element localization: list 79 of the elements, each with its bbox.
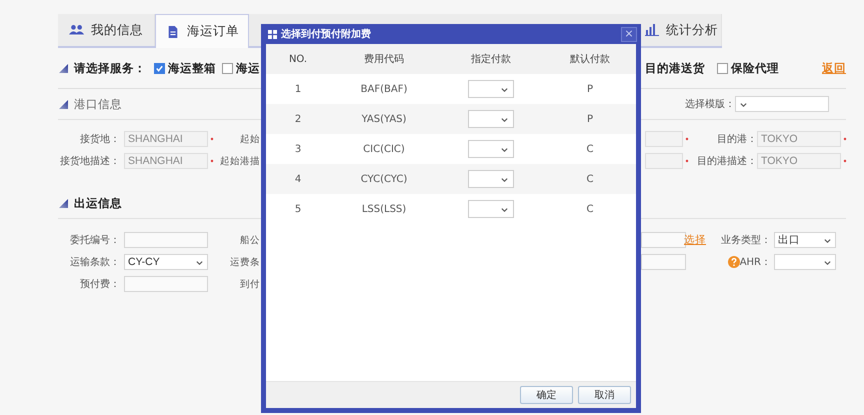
table-cell: 4 [266, 164, 330, 194]
section-icon [59, 198, 68, 208]
select-field[interactable] [735, 96, 829, 112]
option-label: 目的港送货 [645, 60, 705, 76]
column-header: 指定付款 [438, 44, 544, 74]
option-label: 海运整箱 [168, 60, 216, 76]
table-cell: CIC(CIC) [330, 134, 438, 164]
close-button[interactable]: × [621, 26, 637, 42]
field-label: 运输条款： [69, 256, 120, 269]
select-field[interactable] [468, 110, 514, 128]
field-label: 起始港描 [220, 154, 260, 168]
table-cell: C [544, 164, 636, 194]
table-cell: P [544, 104, 636, 134]
chevron-icon [500, 116, 509, 122]
option-label: 保险代理 [731, 60, 779, 76]
checkbox[interactable] [154, 62, 165, 74]
tab[interactable]: 我的信息 [58, 14, 155, 46]
input-field[interactable] [641, 254, 686, 270]
field-label: 目的港： [716, 132, 757, 146]
chevron-icon [739, 100, 748, 108]
field-label: 起始 [240, 132, 260, 146]
dialog-button[interactable]: 确定 [520, 386, 573, 404]
field-label: 业务类型： [721, 234, 771, 247]
chevron-icon [500, 206, 509, 212]
chevron-icon [500, 86, 509, 92]
field-label: 目的港描述： [696, 154, 757, 168]
column-header: 默认付款 [544, 44, 636, 74]
input-field[interactable] [641, 232, 686, 248]
select-field[interactable] [468, 80, 514, 98]
table-cell: BAF(BAF) [330, 74, 438, 104]
chevron-icon [500, 146, 509, 152]
checkbox[interactable] [222, 62, 233, 74]
field-label: 船公 [240, 234, 260, 246]
select-field[interactable] [468, 140, 514, 158]
field-label: 选择模版： [684, 98, 735, 111]
table-cell: 2 [266, 104, 330, 134]
option-label: 海运 [236, 60, 260, 76]
field-label: 接货地描述： [59, 154, 120, 168]
field-label: 运费条 [230, 256, 260, 268]
select-field[interactable] [468, 170, 514, 188]
tab[interactable]: 统计分析 [641, 14, 722, 46]
table-cell: YAS(YAS) [330, 104, 438, 134]
dialog-button[interactable]: 取消 [578, 386, 631, 404]
table-cell: 3 [266, 134, 330, 164]
field-label: 委托编号： [69, 234, 120, 247]
select-field[interactable]: CY-CY [124, 254, 208, 270]
users-icon [69, 24, 85, 36]
bar-chart-icon [644, 24, 660, 36]
field-label: 接货地： [79, 132, 120, 146]
table-cell: P [544, 74, 636, 104]
chevron-icon [195, 258, 204, 266]
tab[interactable]: 海运订单 [155, 14, 249, 48]
table-cell: 1 [266, 74, 330, 104]
table-cell: 5 [266, 194, 330, 224]
column-header: NO. [266, 44, 330, 74]
select-field[interactable]: 出口 [774, 232, 836, 248]
input-field[interactable] [124, 276, 208, 292]
table-cell: CYC(CYC) [330, 164, 438, 194]
section-title: 请选择服务： [74, 60, 146, 76]
section-icon [59, 64, 68, 72]
table-cell: LSS(LSS) [330, 194, 438, 224]
section-title: 港口信息 [74, 96, 122, 112]
section-title: 出运信息 [74, 196, 122, 210]
chevron-icon [500, 176, 509, 182]
field-label: AHR： [740, 256, 771, 269]
field-label: 预付费： [79, 278, 120, 291]
table-cell: C [544, 194, 636, 224]
select-field[interactable] [774, 254, 836, 270]
chevron-icon [823, 236, 832, 244]
table-cell: C [544, 134, 636, 164]
select-field[interactable] [468, 200, 514, 218]
checkbox[interactable] [717, 62, 728, 74]
dialog-title: 选择到付预付附加费 [281, 28, 371, 41]
field-label: 到付 [240, 278, 260, 290]
grid-icon [268, 30, 277, 38]
input-field[interactable] [124, 232, 208, 248]
column-header: 费用代码 [330, 44, 438, 74]
chevron-icon [823, 258, 832, 266]
section-icon [59, 100, 68, 108]
